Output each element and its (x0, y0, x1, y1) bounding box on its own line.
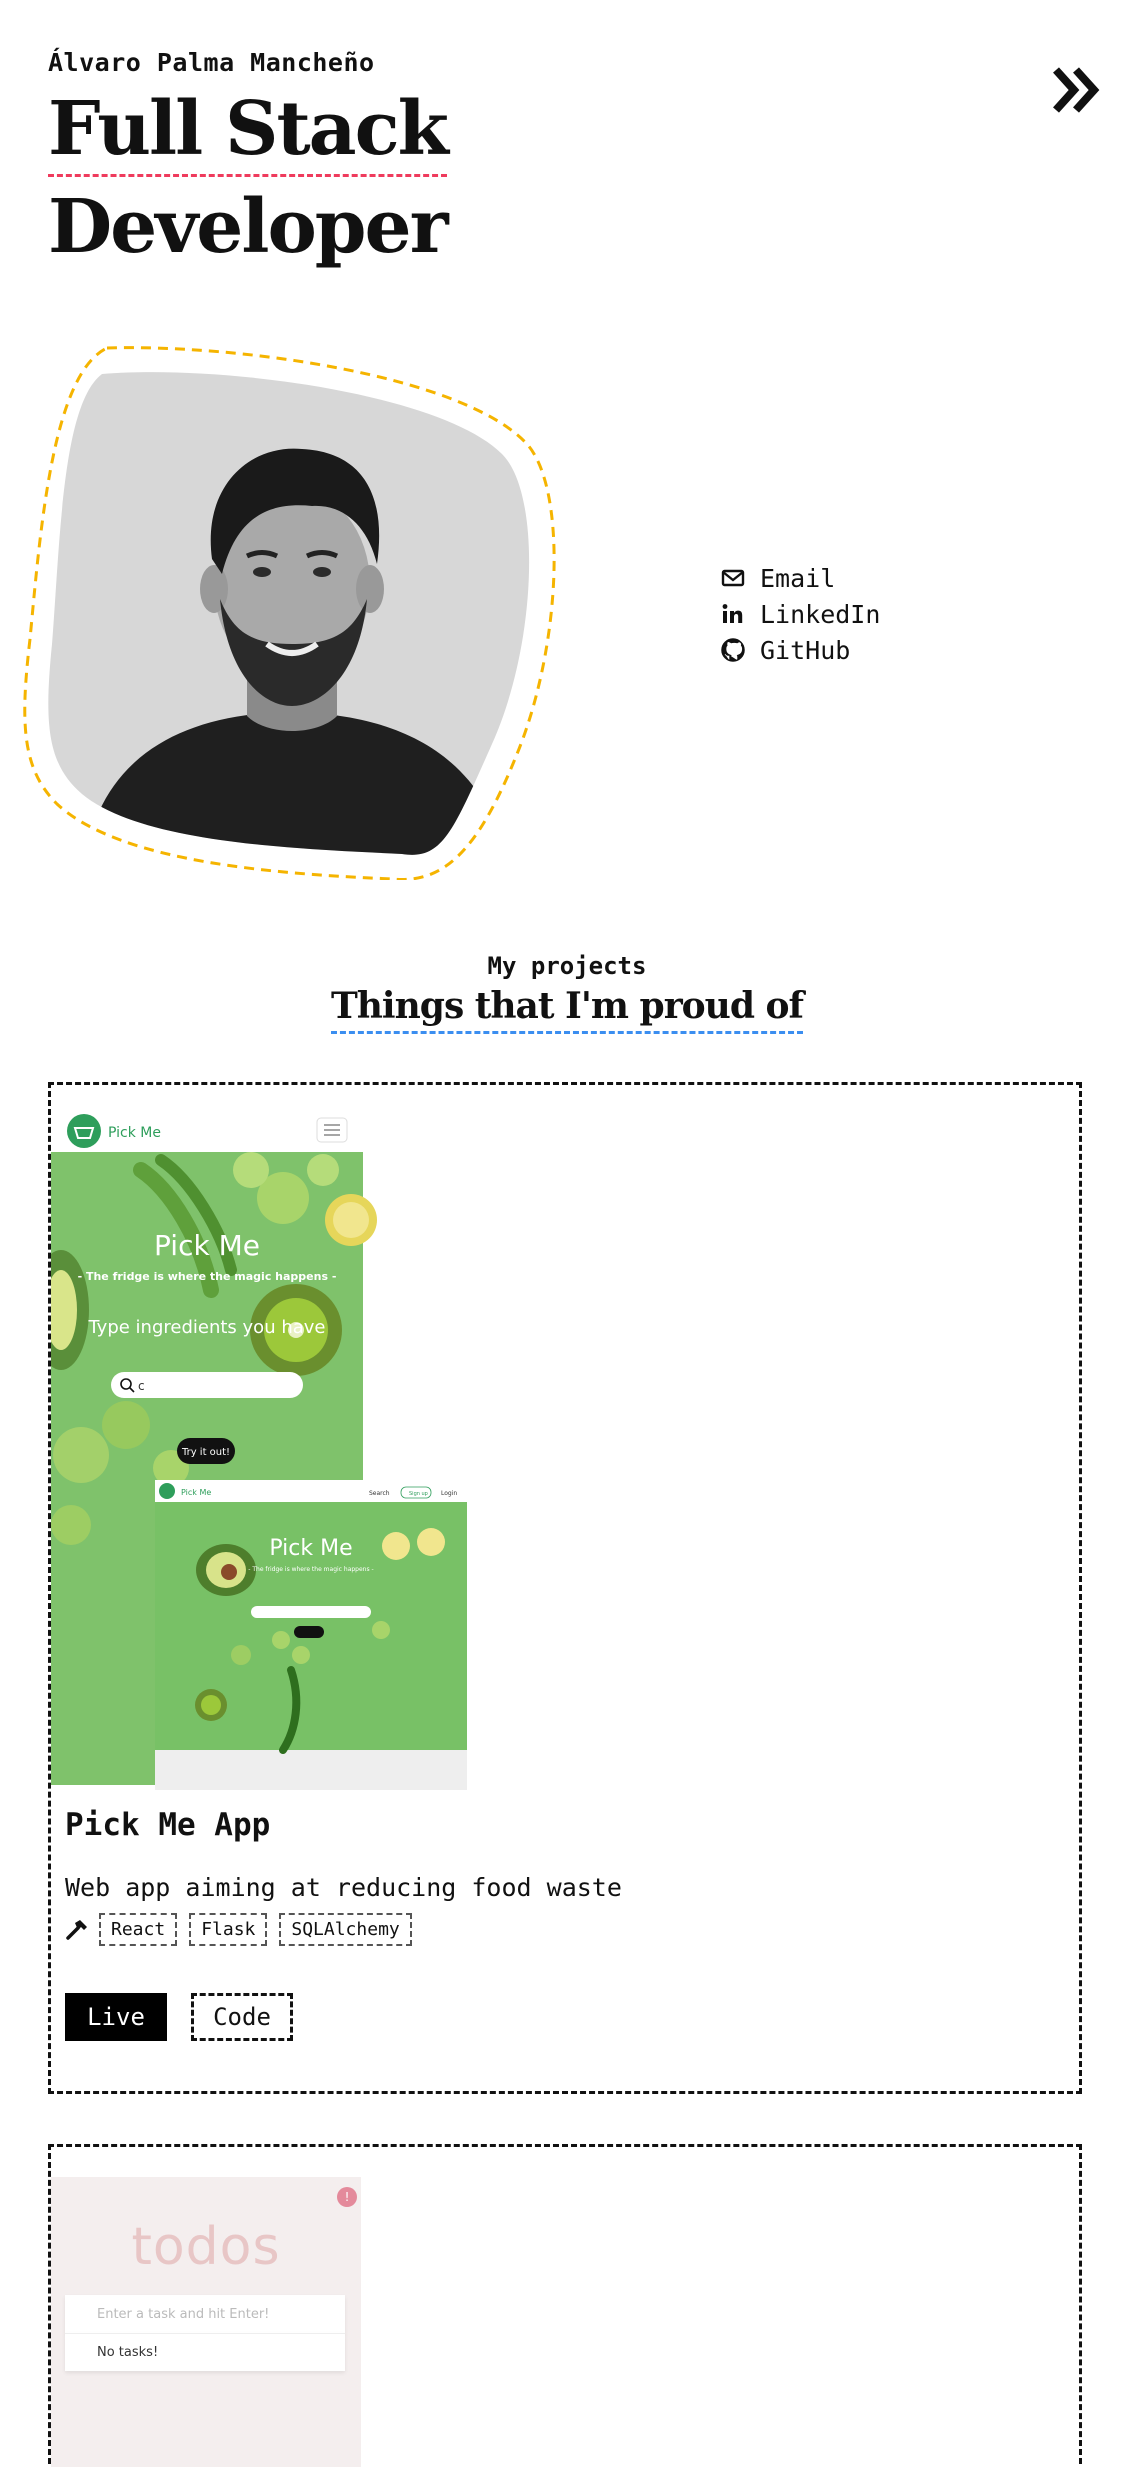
github-link[interactable]: GitHub (720, 632, 880, 668)
todos-input: Enter a task and hit Enter! (65, 2295, 345, 2333)
pickme-desktop-tagline: - The fridge is where the magic happens … (248, 1566, 373, 1573)
hammer-icon (66, 1919, 87, 1940)
code-button[interactable]: Code (191, 1993, 293, 2041)
pickme-brand: Pick Me (108, 1125, 161, 1141)
project-card-todos: ! todos Enter a task and hit Enter! No t… (48, 2144, 1082, 2467)
pickme-desktop-brand: Pick Me (181, 1488, 211, 1497)
todos-badge: ! (337, 2187, 357, 2207)
project-screenshot: ! todos Enter a task and hit Enter! No t… (51, 2177, 361, 2467)
page-title-line-1: Full Stack (48, 92, 449, 177)
tech-tag: React (99, 1913, 178, 1946)
project-title: Pick Me App (65, 1807, 271, 1843)
todos-empty-message: No tasks! (65, 2333, 345, 2371)
tech-tag: Flask (189, 1913, 268, 1946)
project-description: Web app aiming at reducing food waste (65, 1873, 622, 1902)
profile-photo (22, 344, 558, 882)
github-link-label: GitHub (760, 635, 851, 665)
section-title: Things that I'm proud of (0, 985, 1134, 1034)
pickme-nav-login: Login (441, 1490, 457, 1497)
pickme-nav-search: Search (369, 1490, 390, 1497)
page-title-line-2: Developer (48, 184, 449, 270)
linkedin-icon (722, 604, 743, 623)
author-name: Álvaro Palma Mancheño (48, 48, 375, 77)
pickme-prompt: Type ingredients you have (87, 1317, 325, 1338)
email-link[interactable]: Email (720, 560, 880, 596)
section-title-text: Things that I'm proud of (330, 985, 804, 1034)
pickme-search-value: c (138, 1379, 145, 1393)
pickme-nav-signup: Sign up (409, 1491, 428, 1497)
section-subtitle: My projects (487, 952, 647, 980)
todos-title: todos (131, 2217, 281, 2277)
tech-stack: React Flask SQLAlchemy (65, 1913, 424, 1946)
project-card-pick-me: Pick Me Pick Me - The fridge is where th… (33, 1082, 1082, 2094)
contact-links: Email LinkedIn GitHub (720, 560, 880, 668)
linkedin-link[interactable]: LinkedIn (720, 596, 880, 632)
email-link-label: Email (760, 563, 836, 593)
pickme-hero-title: Pick Me (154, 1229, 260, 1262)
project-screenshot: Pick Me Pick Me - The fridge is where th… (33, 1110, 469, 1800)
pickme-tagline: - The fridge is where the magic happens … (78, 1270, 337, 1283)
envelope-icon (721, 569, 745, 587)
pickme-desktop-title: Pick Me (269, 1536, 352, 1561)
linkedin-link-label: LinkedIn (760, 599, 881, 629)
github-icon (721, 638, 745, 662)
tech-tag: SQLAlchemy (279, 1913, 412, 1946)
double-chevron-right-icon[interactable] (1048, 60, 1108, 120)
live-button[interactable]: Live (65, 1993, 167, 2041)
pickme-cta: Try it out! (181, 1447, 230, 1458)
